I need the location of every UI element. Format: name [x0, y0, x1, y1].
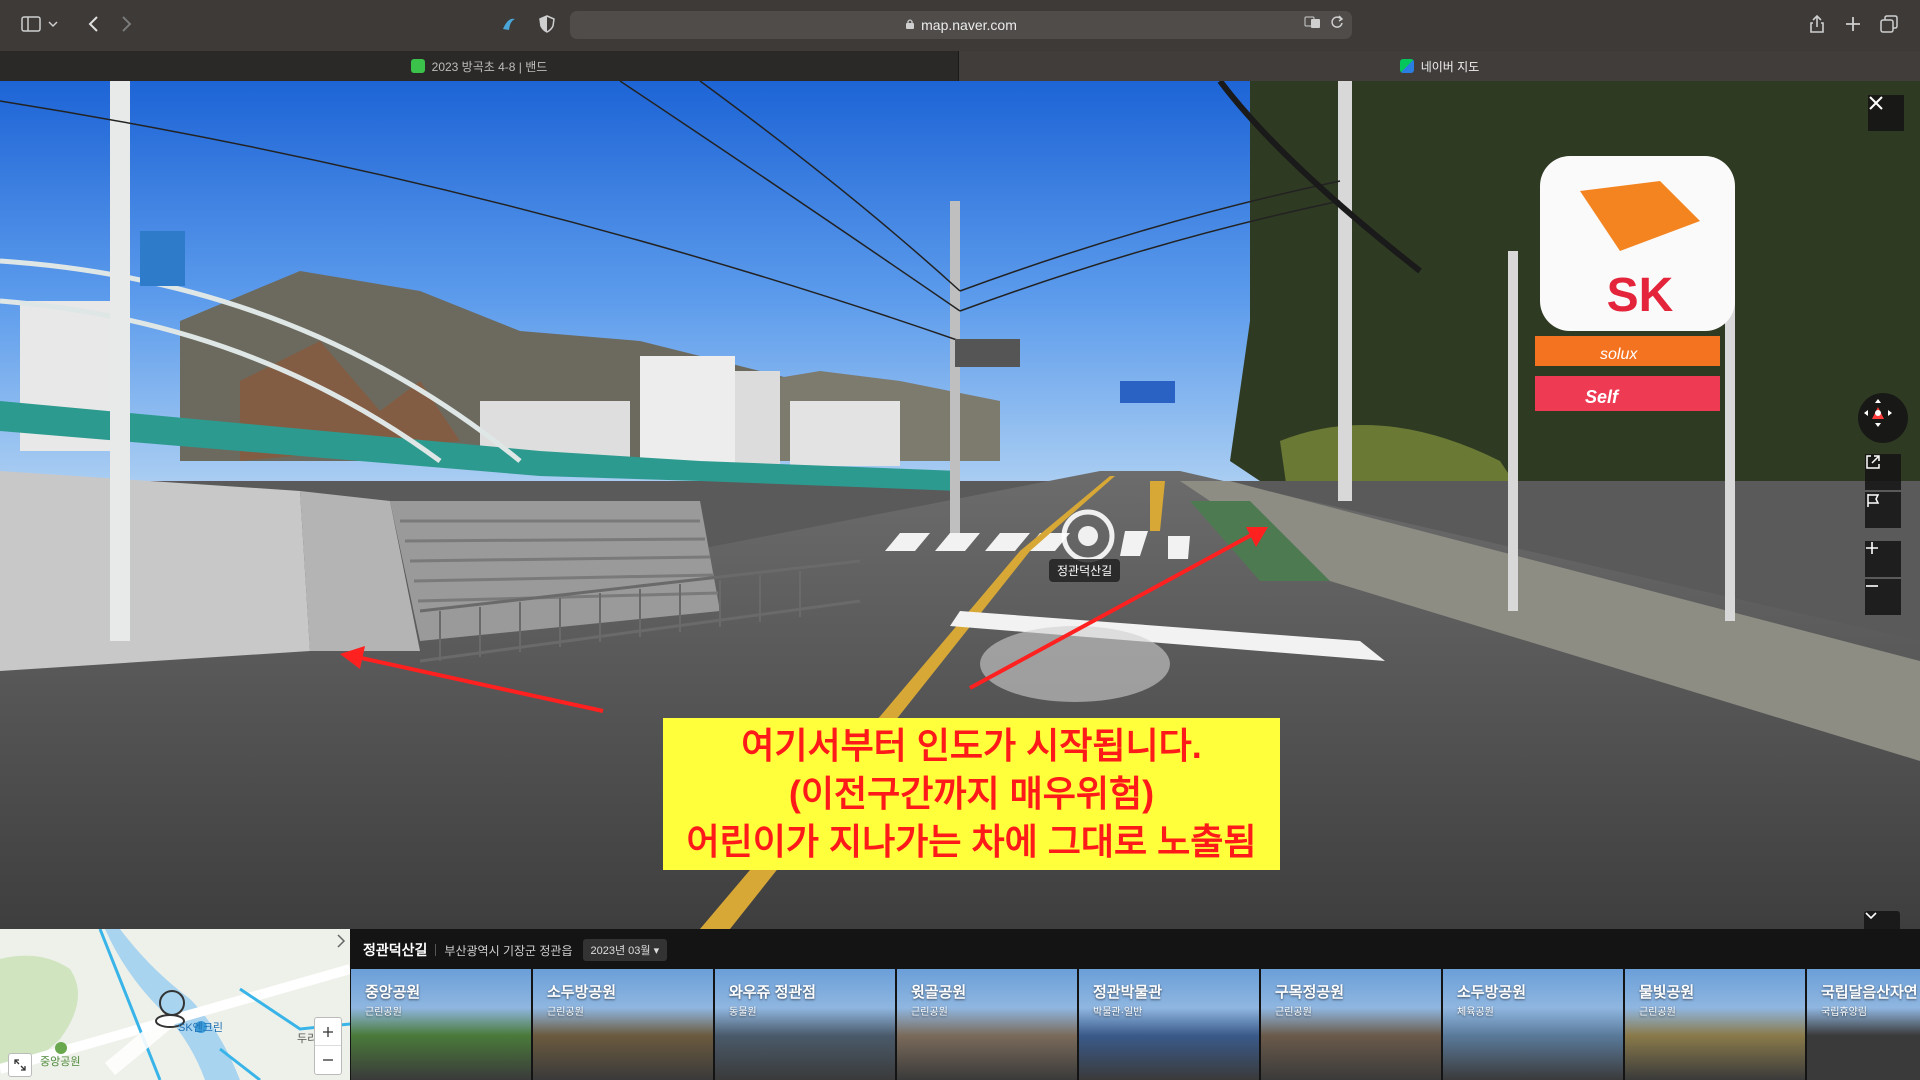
external-link-icon	[1866, 455, 1880, 469]
thumbnail-title: 국립달음산자연	[1821, 984, 1918, 1001]
close-button[interactable]	[1868, 95, 1904, 131]
browser-toolbar: map.naver.com	[0, 0, 1920, 51]
thumbnail-title: 소두방공원	[547, 984, 617, 1001]
tab-label: 2023 방곡초 4-8 | 밴드	[431, 59, 548, 74]
collapse-bottom-button[interactable]	[1864, 911, 1900, 929]
compass-control[interactable]	[1858, 393, 1908, 443]
minimap-zoom-control	[314, 1017, 342, 1075]
nearby-places-carousel: 중앙공원 근린공원 소두방공원 근린공원 와우쥬 정관점 동물원 윗골공원 근린공원 정관박물관…	[351, 969, 1920, 1080]
thumbnail-title: 물빛공원	[1639, 984, 1695, 1001]
plus-icon	[1866, 542, 1878, 554]
nearby-place-thumbnail[interactable]: 구목정공원근린공원	[1261, 969, 1441, 1080]
share-view-button[interactable]	[1865, 454, 1901, 490]
thumbnail-title: 윗골공원	[911, 984, 967, 1001]
minus-icon	[323, 1058, 333, 1061]
thumbnail-subtitle: 동물원	[729, 1007, 757, 1018]
nearby-place-thumbnail[interactable]: 윗골공원근린공원	[897, 969, 1077, 1080]
nearby-place-thumbnail[interactable]: 정관박물관박물관·일반	[1079, 969, 1259, 1080]
thumbnail-title: 소두방공원	[1457, 984, 1527, 1001]
caret-down-icon: ▾	[653, 945, 660, 957]
tab-band[interactable]: 2023 방곡초 4-8 | 밴드	[0, 51, 959, 81]
minimap-zoom-in-button[interactable]	[315, 1018, 341, 1046]
thumbnail-title: 구목정공원	[1275, 984, 1345, 1001]
minus-icon	[1866, 585, 1878, 587]
sidebar-toggle-icon[interactable]	[18, 11, 44, 37]
url-text: map.naver.com	[921, 17, 1017, 33]
nearby-place-thumbnail[interactable]: 와우쥬 정관점동물원	[715, 969, 895, 1080]
annotation-line: 어린이가 지나가는 차에 그대로 노출됨	[686, 821, 1257, 862]
new-tab-icon[interactable]	[1840, 11, 1866, 37]
thumbnail-subtitle: 근린공원	[365, 1007, 402, 1018]
translate-icon[interactable]	[1304, 15, 1322, 32]
divider	[435, 944, 437, 956]
street-view-panorama[interactable]: SK solux Self 정관덕산길 여기서부터 인도가 시작됩니다. (이전…	[0, 81, 1920, 929]
thumbnail-subtitle: 근린공원	[1639, 1007, 1676, 1018]
bottom-panel: SK엔크린 중앙공원 두리 정관덕산길 부산광역시 기장군 정관읍 2023년 …	[0, 929, 1920, 1080]
thumbnail-subtitle: 국립휴양림	[1821, 1007, 1867, 1018]
address-bar[interactable]: map.naver.com	[570, 11, 1352, 39]
minimap-label: 중앙공원	[40, 1056, 81, 1068]
thumbnail-title: 중앙공원	[365, 984, 421, 1001]
chevron-down-icon	[1865, 912, 1877, 920]
lock-icon	[905, 17, 915, 33]
location-info: 정관덕산길 부산광역시 기장군 정관읍 2023년 03월 ▾	[363, 939, 668, 961]
thumbnail-title: 와우쥬 정관점	[729, 984, 816, 1001]
minimap[interactable]: SK엔크린 중앙공원 두리	[0, 929, 350, 1080]
thumbnail-subtitle: 근린공원	[547, 1007, 584, 1018]
tab-naver-map[interactable]: 네이버 지도	[959, 51, 1920, 81]
compass-icon	[1864, 399, 1892, 427]
thumbnail-subtitle: 근린공원	[911, 1007, 948, 1018]
back-icon[interactable]	[80, 11, 106, 37]
sk-sign-sub2: Self	[1585, 387, 1620, 407]
extension-icon[interactable]	[496, 11, 522, 37]
nearby-place-thumbnail[interactable]: 소두방공원체육공원	[1443, 969, 1623, 1080]
close-icon	[1869, 96, 1883, 110]
naver-map-favicon-icon	[1399, 59, 1414, 73]
report-button[interactable]	[1865, 492, 1901, 528]
tab-label: 네이버 지도	[1420, 59, 1480, 74]
zoom-out-button[interactable]	[1865, 579, 1901, 615]
nearby-place-thumbnail[interactable]: 중앙공원근린공원	[351, 969, 531, 1080]
thumbnail-subtitle: 박물관·일반	[1093, 1007, 1143, 1018]
tab-strip: 2023 방곡초 4-8 | 밴드 네이버 지도	[0, 51, 1920, 81]
annotation-line: (이전구간까지 매우위험)	[788, 773, 1155, 814]
flag-icon	[1867, 494, 1880, 507]
reload-icon[interactable]	[1330, 15, 1344, 32]
forward-icon[interactable]	[114, 11, 140, 37]
thumbnail-subtitle: 근린공원	[1275, 1007, 1312, 1018]
zoom-in-button[interactable]	[1865, 541, 1901, 577]
thumbnail-title: 정관박물관	[1093, 984, 1163, 1001]
date-selector-label: 2023년 03월	[590, 945, 651, 957]
tab-overview-icon[interactable]	[1876, 11, 1902, 37]
minimap-expand-button[interactable]	[8, 1053, 32, 1077]
road-name-label: 정관덕산길	[1049, 559, 1121, 582]
annotation-line: 여기서부터 인도가 시작됩니다.	[741, 725, 1202, 766]
share-icon[interactable]	[1804, 11, 1830, 37]
chevron-down-icon[interactable]	[46, 11, 60, 37]
band-favicon-icon	[410, 59, 425, 73]
nearby-place-thumbnail[interactable]: 국립달음산자연국립휴양림	[1807, 969, 1920, 1080]
plus-icon	[323, 1026, 333, 1037]
nearby-place-thumbnail[interactable]: 물빛공원근린공원	[1625, 969, 1805, 1080]
expand-icon	[14, 1059, 26, 1071]
shield-icon[interactable]	[534, 11, 560, 37]
minimap-label: SK엔크린	[178, 1022, 224, 1034]
place-address: 부산광역시 기장군 정관읍	[444, 943, 573, 958]
place-name: 정관덕산길	[363, 942, 428, 958]
minimap-zoom-out-button[interactable]	[315, 1046, 341, 1073]
date-selector[interactable]: 2023년 03월 ▾	[582, 939, 668, 961]
warning-annotation: 여기서부터 인도가 시작됩니다. (이전구간까지 매우위험) 어린이가 지나가는…	[663, 718, 1280, 870]
sk-logo-text: SK	[1607, 269, 1674, 322]
sk-sign-sub1: solux	[1600, 346, 1638, 363]
thumbnail-subtitle: 체육공원	[1457, 1007, 1494, 1018]
nearby-place-thumbnail[interactable]: 소두방공원근린공원	[533, 969, 713, 1080]
